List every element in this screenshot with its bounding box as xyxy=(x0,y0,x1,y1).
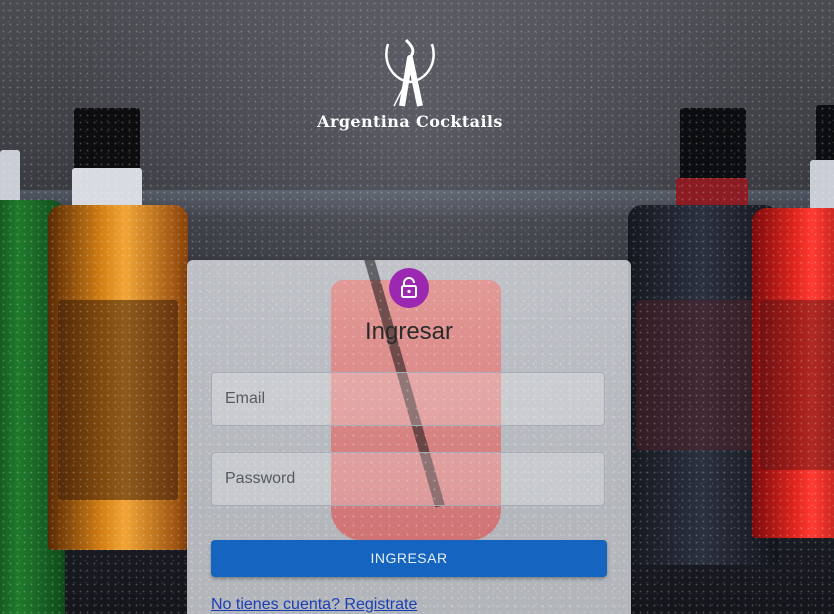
brand-name: Argentina Cocktails xyxy=(317,112,503,131)
brand-logo: Argentina Cocktails xyxy=(300,36,520,136)
amber-bottle-cap xyxy=(74,108,140,170)
red-bottle-cap xyxy=(816,105,834,165)
red-bottle-neck xyxy=(810,160,834,210)
dark-bottle-label xyxy=(636,300,756,450)
email-placeholder: Email xyxy=(225,390,266,407)
dark-bottle-cap xyxy=(680,108,746,180)
login-card: Ingresar Email Password INGRESAR No tien… xyxy=(187,260,631,614)
lock-icon xyxy=(401,277,417,298)
lock-avatar xyxy=(389,268,429,308)
register-link[interactable]: No tienes cuenta? Registrate xyxy=(211,596,417,614)
login-submit-button[interactable]: INGRESAR xyxy=(211,540,607,577)
login-title: Ingresar xyxy=(364,318,454,345)
login-page: Argentina Cocktails Ingresar Email Passw… xyxy=(0,0,834,614)
password-field[interactable]: Password xyxy=(211,452,605,506)
email-field[interactable]: Email xyxy=(211,372,605,426)
cocktail-glass-a-logo-icon xyxy=(385,38,435,107)
red-bottle-label xyxy=(760,300,834,470)
password-placeholder: Password xyxy=(225,470,296,487)
amber-bottle-label xyxy=(58,300,178,500)
